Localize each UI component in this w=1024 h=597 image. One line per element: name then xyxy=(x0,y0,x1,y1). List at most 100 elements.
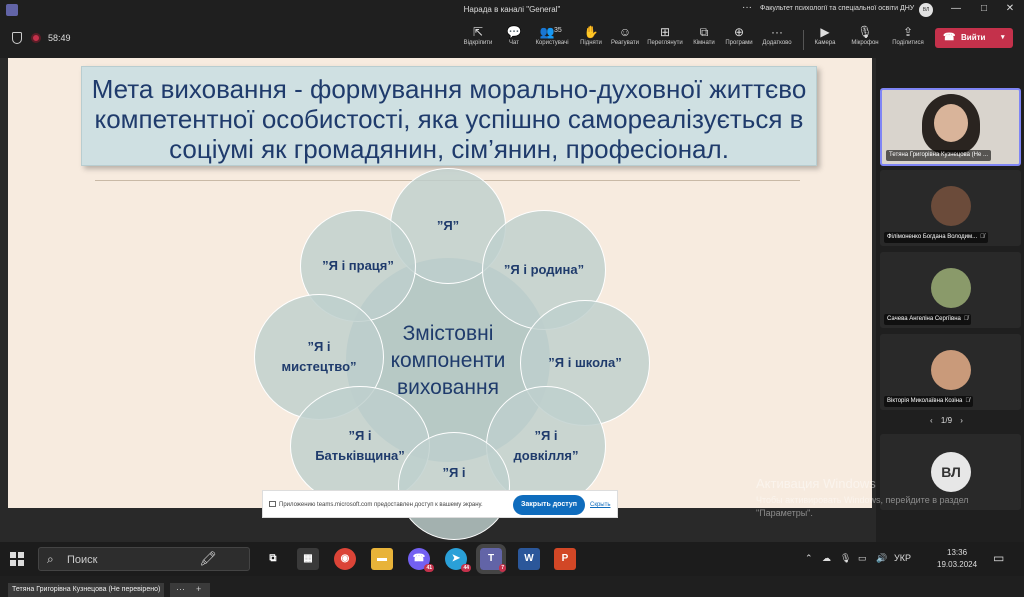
minimize-button[interactable]: — xyxy=(946,3,966,14)
chat-icon: 💬 xyxy=(506,25,522,39)
camera-label: Камера xyxy=(814,40,836,46)
keyboard-language[interactable]: УКР xyxy=(894,553,911,563)
powerpoint-icon[interactable]: P xyxy=(554,548,576,570)
tray-overflow-icon[interactable]: ⌃ xyxy=(805,553,813,564)
camera-icon: ▶ xyxy=(820,25,830,39)
screen-share-notification: Приложению teams.microsoft.com предостав… xyxy=(262,490,618,518)
volume-icon[interactable]: 🔊 xyxy=(876,553,887,564)
taskbar-search[interactable]: ⌕ Поиск 🖍 xyxy=(38,547,250,571)
avatar xyxy=(931,186,971,226)
search-placeholder: Поиск xyxy=(67,554,98,566)
apps-button[interactable]: ⊕ Програми xyxy=(722,24,756,54)
meeting-timer: 58:49 xyxy=(48,33,71,43)
user-avatar[interactable]: ВЛ xyxy=(919,3,933,17)
participants-panel: Тетяна Григорівна Кузнецова (Не ... Філі… xyxy=(876,58,1024,542)
windows-start-icon[interactable] xyxy=(10,552,24,566)
recording-icon xyxy=(31,33,41,43)
hide-link[interactable]: Скрыть xyxy=(590,502,610,508)
participant-tile[interactable]: Тетяна Григорівна Кузнецова (Не ... xyxy=(880,88,1021,166)
shared-screen-stage: Мета виховання - формування морально-дух… xyxy=(0,58,876,597)
participant-face xyxy=(934,104,968,142)
apps-icon: ⊕ xyxy=(733,25,745,39)
rooms-button[interactable]: ⧉ Кімнати xyxy=(689,24,719,54)
participant-name: Філімоненко Богдана Володим... 🎙̸ xyxy=(884,232,988,243)
more-options-icon[interactable]: ··· xyxy=(742,2,752,13)
petal-label: мистецтво” xyxy=(281,359,357,374)
file-explorer-icon[interactable]: ▬ xyxy=(371,548,393,570)
viber-icon[interactable]: ☎ 41 xyxy=(408,548,434,572)
petal-label: Батьківщина” xyxy=(315,448,405,463)
chevron-down-icon[interactable]: ▾ xyxy=(1001,28,1005,48)
raise-hand-button[interactable]: ✋ Підняти xyxy=(575,24,607,54)
mic-off-icon: 🎙̸ xyxy=(965,398,970,404)
people-button[interactable]: 👥 35 Користувачі xyxy=(530,24,574,54)
view-button[interactable]: ⊞ Переглянути xyxy=(645,24,685,54)
search-highlight-icon: 🖍 xyxy=(199,550,217,566)
page-indicator: 1/9 xyxy=(940,416,953,425)
mic-icon: 🎙 xyxy=(857,25,873,39)
pagination: ‹ 1/9 › xyxy=(930,416,963,425)
petal-label: довкілля” xyxy=(513,448,579,463)
petal-label: ”Я і xyxy=(534,428,558,443)
chevron-right-icon[interactable]: › xyxy=(960,416,963,425)
unpin-button[interactable]: ⇱ Відкріпити xyxy=(456,24,500,54)
clock-date: 19.03.2024 xyxy=(937,560,978,569)
participant-tile[interactable]: Сачева Ангеліна Сергіївна 🎙̸ xyxy=(880,252,1021,328)
people-label: Користувачі xyxy=(535,40,569,46)
share-button[interactable]: ⇪ Поділитися xyxy=(888,24,928,54)
camera-button[interactable]: ▶ Камера xyxy=(808,24,842,54)
share-icon: ⇪ xyxy=(902,25,914,39)
avatar xyxy=(931,350,971,390)
search-icon: ⌕ xyxy=(47,552,54,566)
notifications-icon[interactable]: ▭ xyxy=(993,551,1004,565)
leave-button[interactable]: ☎ Вийти ▾ xyxy=(935,28,1013,48)
teams-icon[interactable]: T7 xyxy=(476,544,506,574)
slide-title: Мета виховання - формування морально-дух… xyxy=(81,66,817,166)
participant-tile[interactable]: ВЛ xyxy=(880,434,1021,510)
caption-options[interactable]: ··· + xyxy=(170,583,210,597)
screen-share-icon xyxy=(269,501,276,507)
center-text-line: компоненти xyxy=(390,348,506,372)
close-button[interactable]: ✕ xyxy=(1000,3,1020,14)
react-label: Реагувати xyxy=(610,40,640,46)
chevron-left-icon[interactable]: ‹ xyxy=(930,416,933,425)
participant-tile[interactable]: Філімоненко Богдана Володим... 🎙̸ xyxy=(880,170,1021,246)
petal-label: ”Я і школа” xyxy=(548,355,622,370)
people-icon: 👥 xyxy=(539,25,555,39)
participant-name: Тетяна Григорівна Кузнецова (Не ... xyxy=(886,150,992,161)
mic-label: Мікрофон xyxy=(851,40,879,46)
notification-count: 41 xyxy=(424,564,434,572)
center-text-line: виховання xyxy=(396,375,499,399)
presenter-caption: Тетяна Григорівна Кузнецова (Не перевіре… xyxy=(8,583,165,597)
raise-hand-label: Підняти xyxy=(580,40,602,46)
maximize-button[interactable]: □ xyxy=(974,3,994,14)
react-button[interactable]: ☺ Реагувати xyxy=(607,24,643,54)
more-icon: ··· xyxy=(176,584,185,594)
telegram-icon[interactable]: ➤ 44 xyxy=(445,548,471,572)
raise-hand-icon: ✋ xyxy=(583,25,599,39)
system-clock[interactable]: 13:36 19.03.2024 xyxy=(937,547,977,571)
task-view-icon[interactable]: ⧉ xyxy=(262,548,284,570)
view-label: Переглянути xyxy=(647,40,683,46)
share-label: Поділитися xyxy=(892,40,924,46)
stop-sharing-button[interactable]: Закрыть доступ xyxy=(513,495,585,515)
more-button[interactable]: ··· Додатково xyxy=(758,24,796,54)
chrome-icon[interactable]: ◉ xyxy=(334,548,356,570)
petal-label: ”Я і xyxy=(442,465,466,480)
participant-tile[interactable]: Вікторія Миколаївна Козіна 🎙̸ xyxy=(880,334,1021,410)
network-icon[interactable]: ▭ xyxy=(858,553,867,564)
presentation-slide: Мета виховання - формування морально-дух… xyxy=(8,58,872,540)
petal-bottom: ”Я і xyxy=(398,432,510,540)
mic-button[interactable]: 🎙 Мікрофон xyxy=(846,24,884,54)
apps-label: Програми xyxy=(725,40,753,46)
notification-count: 7 xyxy=(499,564,506,572)
calculator-icon[interactable]: ▦ xyxy=(297,548,319,570)
avatar: ВЛ xyxy=(931,452,971,492)
word-icon[interactable]: W xyxy=(518,548,540,570)
onedrive-icon[interactable]: ☁ xyxy=(822,553,831,564)
microphone-tray-icon[interactable]: 🎙 xyxy=(840,553,851,564)
plus-icon: + xyxy=(196,584,202,594)
chat-button[interactable]: 💬 Чат xyxy=(500,24,528,54)
organization-name[interactable]: Факультет психології та спеціальної осві… xyxy=(760,5,920,12)
rooms-label: Кімнати xyxy=(693,40,715,46)
